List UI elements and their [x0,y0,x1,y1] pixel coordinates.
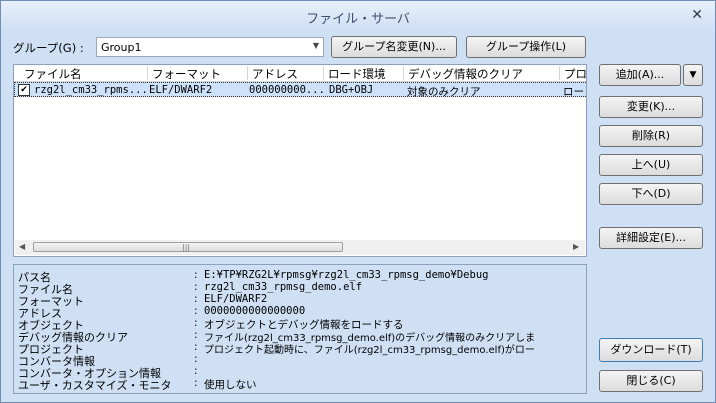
file-server-dialog: ファイル・サーバ ✕ グループ(G) : Group1 ▼ グループ名変更(N)… [0,0,716,403]
move-up-button[interactable]: 上へ(U) [599,154,703,176]
close-button[interactable]: 閉じる(C) [599,370,703,392]
group-label: グループ(G) : [13,41,84,55]
horizontal-scrollbar[interactable]: ◀ ||| ▶ [15,240,585,255]
chevron-down-icon[interactable]: ▼ [683,64,703,86]
table-row[interactable]: ✔ rzg2l_cm33_rpms... ELF/DWARF2 00000000… [14,82,586,98]
cell-load-env: DBG+OBJ [329,84,374,96]
file-list[interactable]: ファイル名 フォーマット アドレス ロード環境 デバッグ情報のクリア プロ ✔ … [13,64,587,257]
scroll-thumb[interactable]: ||| [33,242,343,252]
add-button[interactable]: 追加(A)... [599,64,681,86]
column-header-debug-clear[interactable]: デバッグ情報のクリア [404,66,560,81]
group-select-value: Group1 [101,41,142,54]
download-button[interactable]: ダウンロード(T) [599,338,703,362]
group-select[interactable]: Group1 ▼ [96,37,324,57]
rename-group-button[interactable]: グループ名変更(N)... [331,36,457,58]
cell-debug-clear: 対象のみクリア [407,86,481,98]
detail-panel: パス名: E:¥TP¥RZG2L¥rpmsg¥rzg2l_cm33_rpmsg_d… [13,264,587,394]
column-header-load-env[interactable]: ロード環境 [324,66,404,81]
cell-address: 000000000... [249,84,323,96]
grip-icon: ||| [182,243,191,252]
close-icon[interactable]: ✕ [691,7,703,23]
column-header-format[interactable]: フォーマット [148,66,248,81]
cell-filename: rzg2l_cm33_rpms... [34,84,146,96]
group-operations-button[interactable]: グループ操作(L) [466,36,586,58]
window-title: ファイル・サーバ [306,12,410,27]
move-down-button[interactable]: 下へ(D) [599,183,703,205]
cell-project: ロー [563,86,584,98]
cell-format: ELF/DWARF2 [149,84,213,96]
scroll-left-icon[interactable]: ◀ [19,242,25,251]
chevron-down-icon[interactable]: ▼ [313,41,319,50]
check-icon[interactable]: ✔ [18,84,30,96]
title-bar[interactable]: ファイル・サーバ ✕ [1,1,715,31]
column-header-address[interactable]: アドレス [248,66,324,81]
scroll-right-icon[interactable]: ▶ [573,242,579,251]
column-header-project[interactable]: プロ [560,66,586,81]
detail-settings-button[interactable]: 詳細設定(E)... [599,227,703,249]
change-button[interactable]: 変更(K)... [599,96,703,118]
list-header: ファイル名 フォーマット アドレス ロード環境 デバッグ情報のクリア プロ [14,65,586,82]
delete-button[interactable]: 削除(R) [599,125,703,147]
column-header-filename[interactable]: ファイル名 [20,66,148,81]
